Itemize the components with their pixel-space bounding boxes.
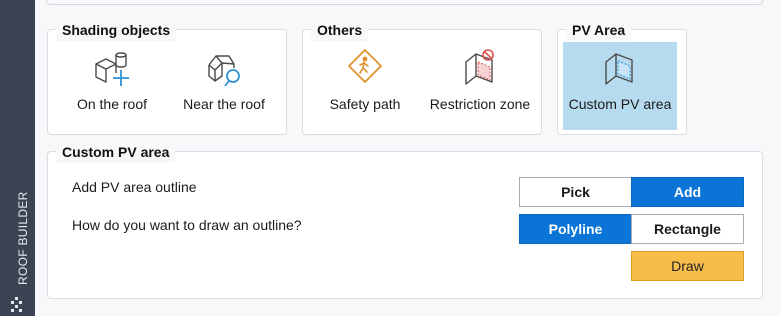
group-title-others: Others	[311, 19, 369, 41]
draw-method-question: How do you want to draw an outline?	[72, 217, 302, 233]
draw-button[interactable]: Draw	[631, 251, 744, 281]
add-button[interactable]: Add	[631, 177, 744, 207]
rectangle-button[interactable]: Rectangle	[631, 214, 744, 244]
pick-button[interactable]: Pick	[519, 177, 632, 207]
walking-person-sign-icon	[348, 49, 382, 83]
restriction-zone-button[interactable]: Restriction zone	[424, 42, 536, 118]
safety-path-label: Safety path	[329, 96, 401, 112]
previous-section-edge	[46, 0, 763, 5]
safety-path-button[interactable]: Safety path	[314, 42, 416, 118]
on-the-roof-button[interactable]: On the roof	[61, 42, 163, 118]
no-entry-zone-icon	[465, 49, 494, 85]
group-title-custom-pv-area: Custom PV area	[56, 141, 176, 163]
custom-pv-area-button[interactable]: Custom PV area	[563, 42, 677, 130]
roof-builder-panel: Shading objects On the roof Near the roo…	[35, 0, 781, 316]
near-the-roof-button[interactable]: Near the roof	[173, 42, 275, 118]
on-the-roof-label: On the roof	[76, 96, 148, 112]
house-magnifier-icon	[208, 55, 240, 87]
polyline-button[interactable]: Polyline	[519, 214, 632, 244]
group-title-pv-area: PV Area	[566, 19, 632, 41]
outline-label: Add PV area outline	[72, 179, 197, 195]
custom-pv-area-section: Custom PV area Add PV area outline Pick …	[47, 141, 763, 299]
grip-icon[interactable]	[10, 296, 24, 312]
sidebar: ROOF BUILDER	[0, 0, 33, 316]
pv-area-group: PV Area Custom PV area	[557, 19, 687, 135]
pv-area-icon	[605, 53, 633, 85]
custom-pv-area-label: Custom PV area	[568, 96, 672, 112]
shading-objects-group: Shading objects On the roof Near the roo…	[47, 19, 287, 135]
group-title-shading: Shading objects	[56, 19, 177, 41]
sidebar-title[interactable]: ROOF BUILDER	[16, 191, 30, 285]
near-the-roof-label: Near the roof	[183, 96, 265, 112]
box-cylinder-plus-icon	[95, 52, 129, 86]
others-group: Others Safety path Restriction zone	[302, 19, 542, 135]
restriction-zone-label: Restriction zone	[429, 96, 531, 112]
